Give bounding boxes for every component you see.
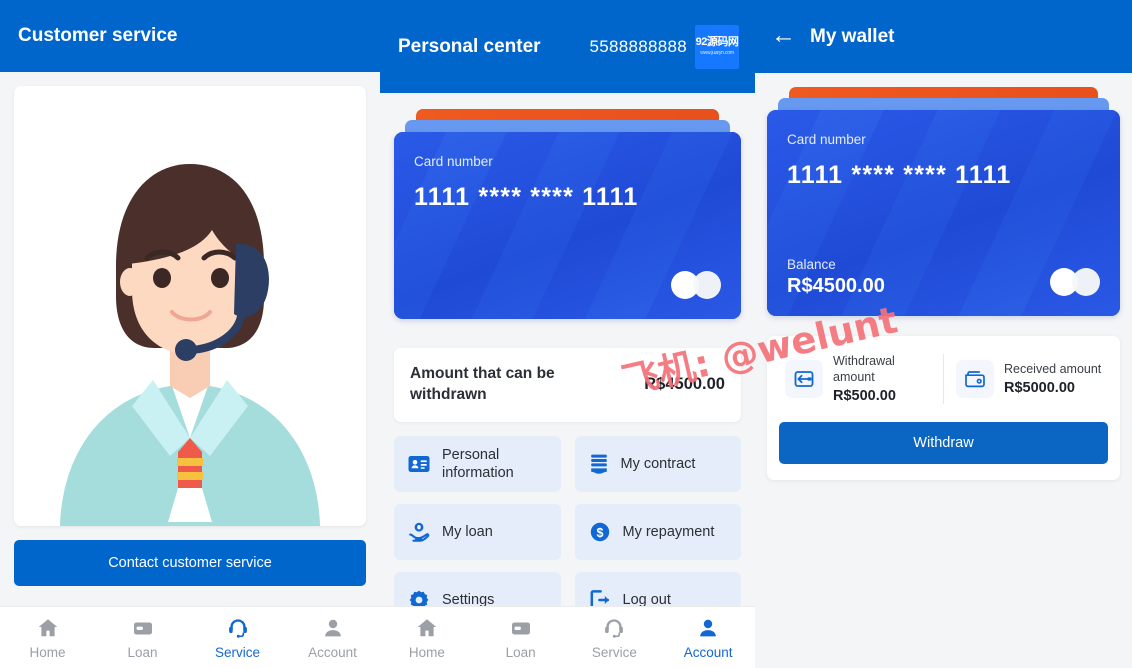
back-arrow-icon[interactable]: ←: [771, 23, 796, 48]
headset-icon: [605, 618, 624, 638]
tab-home-label: Home: [408, 644, 445, 660]
received-amount-text: Received amount R$5000.00: [1004, 362, 1101, 397]
tab-account[interactable]: Account: [661, 616, 755, 660]
menu-my-repayment-label: My repayment: [622, 523, 715, 540]
loan-hand-icon: [409, 522, 430, 542]
received-amount-label: Received amount: [1004, 361, 1102, 376]
wallet-card-stack: Card number 1111 **** **** 1111 Balance …: [767, 87, 1120, 322]
mastercard-logo-icon: [671, 271, 721, 299]
brand-logo: 92源码网 www.juaryn.com: [695, 24, 739, 69]
person-icon: [324, 619, 341, 636]
tab-service-label: Service: [591, 644, 637, 660]
menu-my-contract[interactable]: My contract: [574, 435, 741, 492]
tab-account-label: Account: [308, 644, 357, 660]
menu-personal-information-label: Personal information: [442, 446, 514, 481]
tab-home[interactable]: Home: [0, 616, 95, 660]
contact-customer-service-button[interactable]: Contact customer service: [14, 540, 366, 586]
withdraw-button[interactable]: Withdraw: [779, 422, 1108, 465]
wallet-icon: [511, 622, 530, 634]
customer-service-agent-illustration: [20, 86, 360, 526]
tab-loan-label: Loan: [127, 644, 158, 660]
card-number-value: 1111 **** **** 1111: [414, 183, 639, 211]
tab-loan-label: Loan: [505, 644, 536, 660]
tab-service-label: Service: [214, 644, 260, 660]
withdraw-divider: [943, 354, 944, 405]
id-card-icon: [408, 455, 430, 472]
withdraw-arrow-icon: [785, 360, 823, 399]
panel-my-wallet: ← My wallet Card number 1111 **** **** 1…: [755, 0, 1132, 668]
panel1-tabbar: Home Loan Service Account: [0, 606, 380, 668]
panel1-header: Customer service: [0, 0, 380, 72]
bank-card[interactable]: Card number 1111 **** **** 1111: [394, 132, 741, 319]
card-number-label: Card number: [414, 154, 493, 169]
panel3-header: ← My wallet: [755, 0, 1132, 73]
tab-loan[interactable]: Loan: [474, 616, 568, 660]
customer-service-image-card: [14, 86, 366, 526]
tab-service[interactable]: Service: [190, 616, 285, 660]
panel2-tabbar: Home Loan Service Account: [380, 606, 755, 668]
svg-text:$: $: [596, 526, 603, 540]
header-phone-number: 5588888888: [589, 36, 687, 56]
withdrawable-amount-value: R$4500.00: [644, 375, 725, 394]
dollar-circle-icon: $: [590, 522, 609, 542]
wallet-icon: [133, 622, 152, 634]
panel-customer-service: Customer service Contact customer servic…: [0, 0, 380, 668]
tab-home-label: Home: [29, 644, 66, 660]
panel-personal-center: Personal center 5588888888 92源码网 www.jua…: [380, 0, 755, 668]
menu-my-loan-label: My loan: [442, 523, 493, 540]
personal-center-menu-grid: Personal information My contract My loan…: [394, 435, 741, 628]
withdrawal-amount-block: Withdrawal amount R$500.00: [779, 350, 937, 408]
page-title: Personal center: [398, 35, 541, 57]
menu-my-contract-label: My contract: [620, 455, 696, 472]
bank-card-stack: Card number 1111 **** **** 1111: [394, 109, 741, 324]
contract-icon: [590, 454, 607, 474]
withdrawal-amount-text: Withdrawal amount R$500.00: [833, 354, 931, 404]
withdrawal-amount-value: R$500.00: [833, 388, 896, 405]
menu-my-repayment[interactable]: $ My repayment: [574, 503, 741, 560]
app-screen: Customer service Contact customer servic…: [0, 0, 1132, 668]
menu-my-loan[interactable]: My loan: [394, 503, 561, 560]
tab-account-label: Account: [683, 644, 733, 660]
withdrawal-amount-label: Withdrawal amount: [833, 354, 895, 384]
wallet-received-icon: [956, 360, 994, 399]
tab-loan[interactable]: Loan: [95, 616, 190, 660]
panel2-header: Personal center 5588888888 92源码网 www.jua…: [380, 0, 755, 93]
tab-home[interactable]: Home: [380, 616, 474, 660]
mastercard-logo-icon: [1050, 268, 1100, 296]
wallet-card[interactable]: Card number 1111 **** **** 1111 Balance …: [767, 110, 1120, 316]
received-amount-block: Received amount R$5000.00: [950, 350, 1108, 408]
card-number-value: 1111 **** **** 1111: [787, 161, 1012, 189]
page-title: My wallet: [810, 25, 895, 47]
withdraw-amounts-row: Withdrawal amount R$500.00 Received amou…: [779, 350, 1108, 408]
brand-logo-line2: www.juaryn.com: [700, 50, 734, 56]
person-icon: [700, 619, 716, 636]
menu-personal-information[interactable]: Personal information: [394, 435, 561, 492]
withdrawable-amount-label: Amount that can be withdrawn: [410, 365, 555, 403]
card-number-label: Card number: [787, 132, 866, 147]
tab-service[interactable]: Service: [568, 616, 662, 660]
panel3-empty-area: [755, 518, 1132, 668]
home-icon: [38, 618, 57, 636]
withdraw-panel: Withdrawal amount R$500.00 Received amou…: [767, 336, 1120, 481]
tab-account[interactable]: Account: [285, 616, 380, 660]
headset-icon: [228, 618, 247, 638]
home-icon: [417, 618, 437, 636]
page-title: Customer service: [18, 25, 178, 46]
received-amount-value: R$5000.00: [1004, 380, 1075, 397]
withdrawable-amount-card: Amount that can be withdrawn R$4500.00: [394, 348, 741, 422]
brand-logo-line1: 92源码网: [695, 36, 739, 48]
